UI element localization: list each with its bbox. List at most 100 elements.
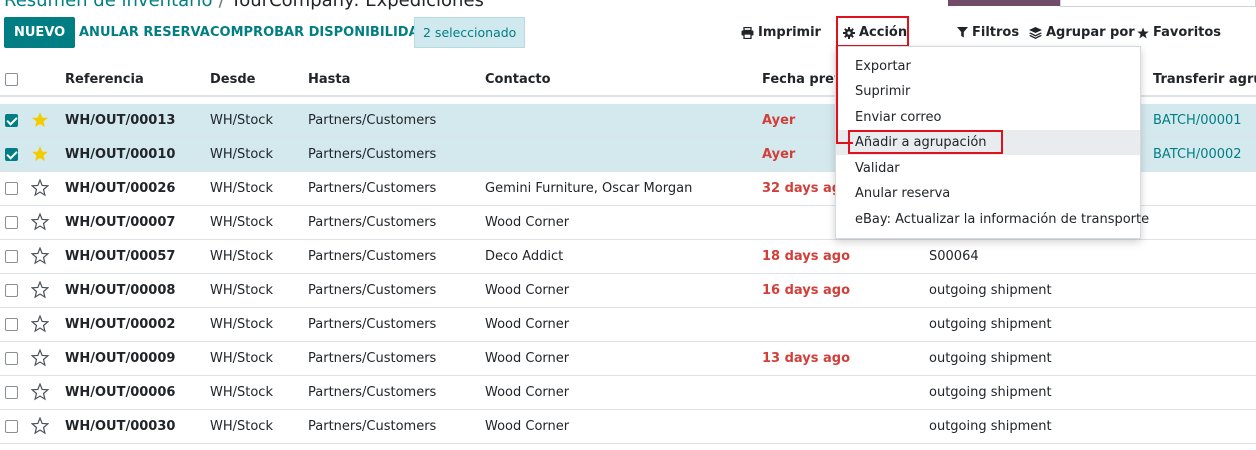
contact-cell: Wood Corner bbox=[485, 283, 570, 298]
breadcrumb-parent-link[interactable]: Resumen de inventario bbox=[4, 0, 213, 11]
add-to-batch-highlight bbox=[848, 130, 1003, 154]
cancel-reservation-menu-item[interactable]: Anular reserva bbox=[836, 181, 1140, 206]
source-document-cell: outgoing shipment bbox=[929, 419, 1052, 434]
row-checkbox[interactable] bbox=[5, 250, 18, 263]
contact-cell: Wood Corner bbox=[485, 317, 570, 332]
printer-icon bbox=[741, 26, 754, 39]
delete-menu-item[interactable]: Suprimir bbox=[836, 79, 1140, 104]
to-cell: Partners/Customers bbox=[308, 147, 437, 162]
from-cell: WH/Stock bbox=[210, 147, 273, 162]
row-checkbox[interactable] bbox=[5, 352, 18, 365]
table-row[interactable]: WH/OUT/00006 WH/Stock Partners/Customers Wo… bbox=[0, 376, 1256, 410]
table-row[interactable]: WH/OUT/00009 WH/Stock Partners/Customers Wo… bbox=[0, 342, 1256, 376]
scheduled-date-cell: Ayer bbox=[762, 113, 796, 128]
row-checkbox[interactable] bbox=[5, 420, 18, 433]
reference-cell: WH/OUT/00013 bbox=[65, 113, 176, 128]
contact-cell: Wood Corner bbox=[485, 215, 570, 230]
star-outline-icon[interactable] bbox=[30, 314, 50, 333]
column-header-from[interactable]: Desde bbox=[210, 62, 255, 97]
to-cell: Partners/Customers bbox=[308, 181, 437, 196]
contact-cell: Wood Corner bbox=[485, 385, 570, 400]
from-cell: WH/Stock bbox=[210, 317, 273, 332]
star-outline-icon[interactable] bbox=[30, 246, 50, 265]
column-header-to[interactable]: Hasta bbox=[308, 62, 350, 97]
from-cell: WH/Stock bbox=[210, 385, 273, 400]
row-checkbox[interactable] bbox=[5, 114, 18, 127]
column-header-contact[interactable]: Contacto bbox=[485, 62, 551, 97]
select-all-checkbox[interactable] bbox=[5, 73, 18, 86]
check-availability-button[interactable]: COMPROBAR DISPONIBILIDAD bbox=[210, 17, 429, 48]
batch-transfer-cell[interactable]: BATCH/00001 bbox=[1153, 104, 1242, 137]
column-header-batch-transfer[interactable]: Transferir agrupa bbox=[1153, 62, 1256, 97]
reference-cell: WH/OUT/00002 bbox=[65, 317, 176, 332]
reference-cell: WH/OUT/00008 bbox=[65, 283, 176, 298]
filter-icon bbox=[957, 27, 968, 38]
row-checkbox[interactable] bbox=[5, 182, 18, 195]
table-row[interactable]: WH/OUT/00030 WH/Stock Partners/Customers Wo… bbox=[0, 410, 1256, 444]
star-outline-icon[interactable] bbox=[30, 280, 50, 299]
star-filled-icon[interactable] bbox=[31, 145, 49, 163]
scheduled-date-cell: 18 days ago bbox=[762, 249, 851, 264]
print-label: Imprimir bbox=[758, 25, 821, 40]
search-input[interactable] bbox=[1060, 0, 1256, 7]
favorites-button[interactable]: Favoritos bbox=[1137, 17, 1221, 48]
to-cell: Partners/Customers bbox=[308, 249, 437, 264]
from-cell: WH/Stock bbox=[210, 215, 273, 230]
from-cell: WH/Stock bbox=[210, 419, 273, 434]
contact-cell: Gemini Furniture, Oscar Morgan bbox=[485, 181, 693, 196]
breadcrumb-current: YourCompany: Expediciones bbox=[230, 0, 484, 11]
star-outline-icon[interactable] bbox=[30, 178, 50, 197]
row-checkbox[interactable] bbox=[5, 318, 18, 331]
search-facet-tab[interactable] bbox=[948, 0, 1060, 6]
row-checkbox[interactable] bbox=[5, 284, 18, 297]
group-by-label: Agrupar por bbox=[1046, 25, 1135, 40]
from-cell: WH/Stock bbox=[210, 113, 273, 128]
filters-label: Filtros bbox=[972, 25, 1020, 40]
table-row[interactable]: WH/OUT/00057 WH/Stock Partners/Customers De… bbox=[0, 240, 1256, 274]
source-document-cell: outgoing shipment bbox=[929, 351, 1052, 366]
contact-cell: Wood Corner bbox=[485, 351, 570, 366]
star-outline-icon[interactable] bbox=[30, 382, 50, 401]
to-cell: Partners/Customers bbox=[308, 215, 437, 230]
star-outline-icon[interactable] bbox=[30, 348, 50, 367]
star-outline-icon[interactable] bbox=[30, 212, 50, 231]
reference-cell: WH/OUT/00009 bbox=[65, 351, 176, 366]
validate-menu-item[interactable]: Validar bbox=[836, 156, 1140, 181]
to-cell: Partners/Customers bbox=[308, 419, 437, 434]
reference-cell: WH/OUT/00010 bbox=[65, 147, 176, 162]
reference-cell: WH/OUT/00057 bbox=[65, 249, 176, 264]
new-button[interactable]: NUEVO bbox=[4, 17, 76, 48]
to-cell: Partners/Customers bbox=[308, 385, 437, 400]
source-document-cell: outgoing shipment bbox=[929, 283, 1052, 298]
export-menu-item[interactable]: Exportar bbox=[836, 54, 1140, 79]
scheduled-date-cell: 13 days ago bbox=[762, 351, 851, 366]
favorites-label: Favoritos bbox=[1153, 25, 1222, 40]
batch-transfer-cell[interactable]: BATCH/00002 bbox=[1153, 138, 1242, 171]
from-cell: WH/Stock bbox=[210, 249, 273, 264]
breadcrumb: Resumen de inventario / YourCompany: Exped… bbox=[4, 0, 484, 11]
row-checkbox[interactable] bbox=[5, 386, 18, 399]
to-cell: Partners/Customers bbox=[308, 351, 437, 366]
to-cell: Partners/Customers bbox=[308, 113, 437, 128]
table-row[interactable]: WH/OUT/00002 WH/Stock Partners/Customers Wo… bbox=[0, 308, 1256, 342]
reference-cell: WH/OUT/00007 bbox=[65, 215, 176, 230]
scheduled-date-cell: 16 days ago bbox=[762, 283, 851, 298]
source-document-cell: outgoing shipment bbox=[929, 385, 1052, 400]
star-filled-icon[interactable] bbox=[31, 111, 49, 129]
group-by-button[interactable]: Agrupar por bbox=[1029, 17, 1135, 48]
print-button[interactable]: Imprimir bbox=[741, 17, 821, 48]
breadcrumb-separator: / bbox=[218, 0, 225, 11]
star-outline-icon[interactable] bbox=[30, 416, 50, 435]
from-cell: WH/Stock bbox=[210, 283, 273, 298]
send-email-menu-item[interactable]: Enviar correo bbox=[836, 105, 1140, 130]
table-row[interactable]: WH/OUT/00008 WH/Stock Partners/Customers Wo… bbox=[0, 274, 1256, 308]
row-checkbox[interactable] bbox=[5, 148, 18, 161]
row-checkbox[interactable] bbox=[5, 216, 18, 229]
cancel-reservation-button[interactable]: ANULAR RESERVA bbox=[79, 17, 210, 48]
reference-cell: WH/OUT/00026 bbox=[65, 181, 176, 196]
ebay-update-carrier-menu-item[interactable]: eBay: Actualizar la información de trans… bbox=[836, 207, 1149, 232]
filters-button[interactable]: Filtros bbox=[957, 17, 1019, 48]
from-cell: WH/Stock bbox=[210, 181, 273, 196]
to-cell: Partners/Customers bbox=[308, 317, 437, 332]
column-header-reference[interactable]: Referencia bbox=[65, 62, 144, 97]
